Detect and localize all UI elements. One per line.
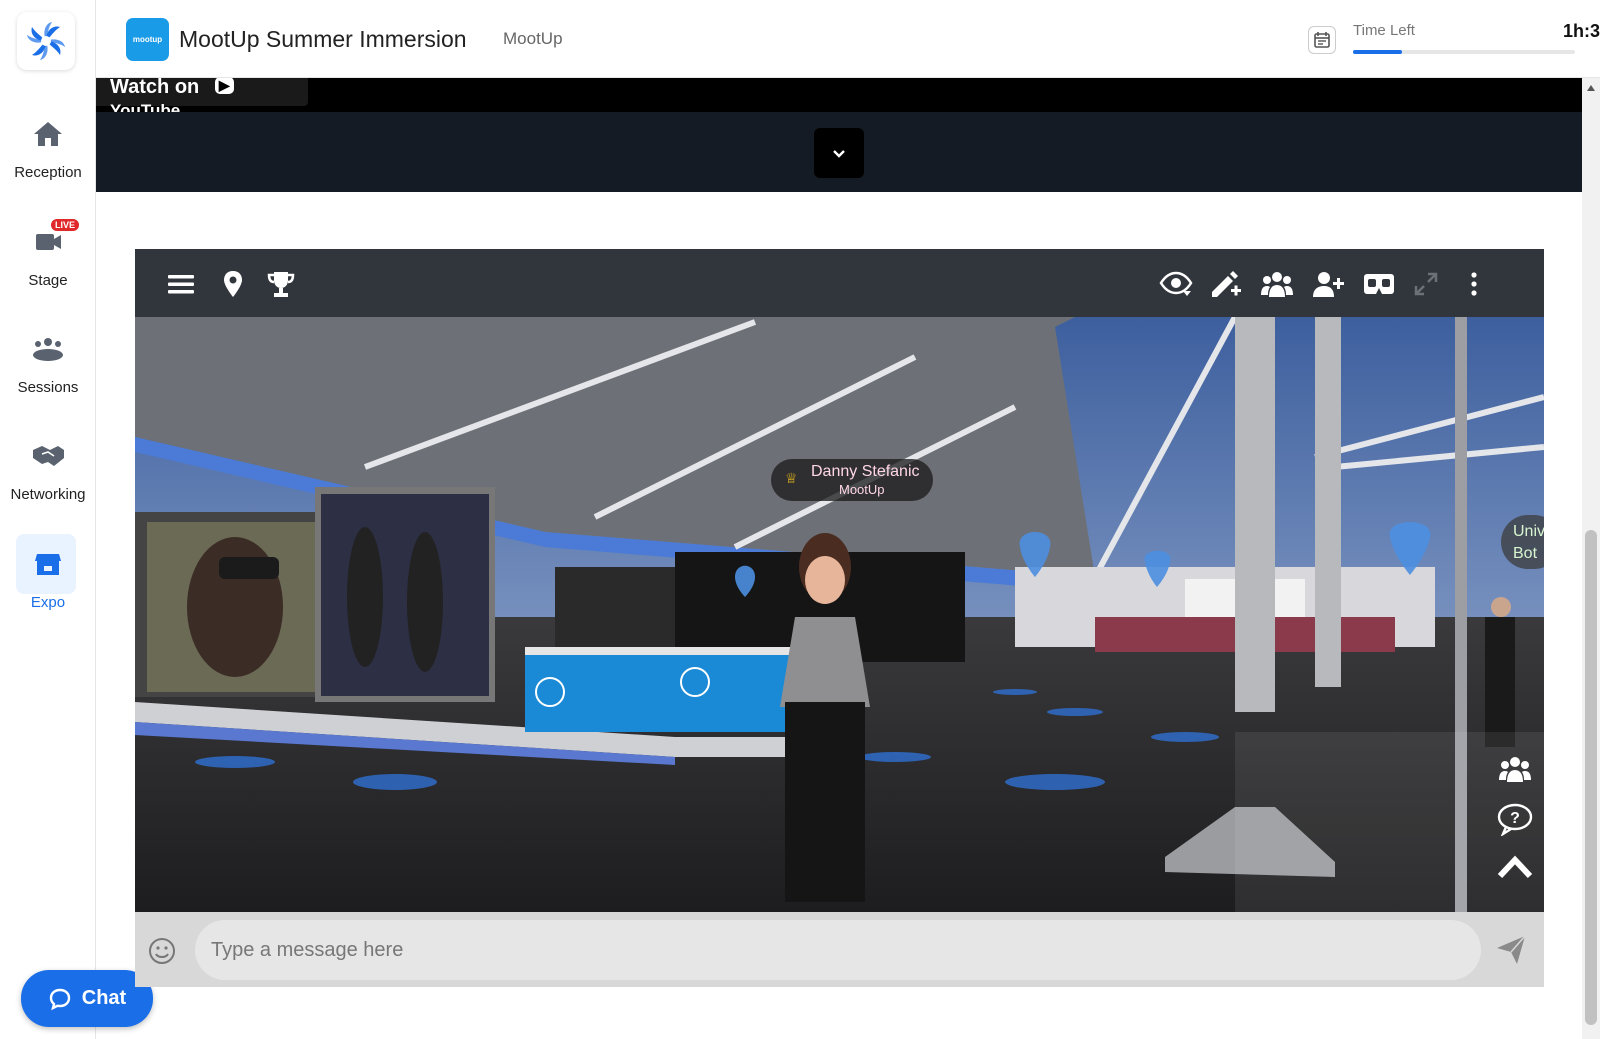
time-left-progress-fill <box>1353 50 1402 54</box>
invite-user-button[interactable] <box>1311 267 1345 301</box>
group-icon <box>33 338 63 361</box>
eye-icon <box>1159 271 1193 296</box>
chat-label: Chat <box>81 987 127 1009</box>
video-controls-bar <box>96 112 1582 192</box>
sidebar-item-stage[interactable]: LIVE Stage <box>0 218 96 289</box>
side-help-button[interactable]: ? <box>1495 799 1535 839</box>
leaderboard-button[interactable] <box>264 267 298 301</box>
avatar-organization: MootUp <box>839 482 885 497</box>
question-bubble-icon: ? <box>1497 803 1533 836</box>
live-badge: LIVE <box>50 218 81 232</box>
top-header: mootup MootUp Summer Immersion MootUp Ti… <box>96 0 1600 78</box>
time-left-progress <box>1353 50 1575 54</box>
virtual-world-frame[interactable]: ♕ Danny Stefanic MootUp Univ Bot ? <box>135 249 1544 987</box>
chevron-up-icon <box>1497 855 1533 879</box>
sidebar-item-label: Reception <box>14 164 82 181</box>
menu-button[interactable] <box>164 267 198 301</box>
add-user-icon <box>1313 272 1344 297</box>
trophy-icon <box>267 272 295 297</box>
youtube-logo: ▶ <box>214 78 234 94</box>
pencil-plus-icon <box>1212 271 1241 297</box>
expand-icon <box>1414 272 1438 296</box>
side-people-button[interactable] <box>1495 749 1535 789</box>
youtube-label: YouTube <box>110 101 181 112</box>
location-button[interactable] <box>216 267 250 301</box>
svg-text:?: ? <box>1510 810 1520 827</box>
storefront-icon <box>35 554 61 575</box>
people-icon <box>1261 272 1293 297</box>
avatar-name: Danny Stefanic <box>811 463 920 480</box>
3d-scene-viewport[interactable]: ♕ Danny Stefanic MootUp Univ Bot ? <box>135 317 1544 912</box>
fullscreen-button[interactable] <box>1409 267 1443 301</box>
more-vertical-icon <box>1471 272 1477 296</box>
home-icon <box>34 122 62 146</box>
scrollbar-thumb[interactable] <box>1585 530 1597 1025</box>
watch-on-label: Watch on <box>110 78 200 98</box>
sidebar-item-label: Networking <box>10 486 86 503</box>
world-toolbar <box>135 249 1544 317</box>
sidebar-item-label: Stage <box>28 272 68 289</box>
send-icon[interactable] <box>1493 932 1529 968</box>
avatar-nametag[interactable]: ♕ Danny Stefanic MootUp <box>771 459 933 501</box>
calendar-icon <box>1314 32 1330 48</box>
event-title: MootUp Summer Immersion <box>179 26 467 52</box>
view-mode-button[interactable] <box>1159 267 1193 301</box>
scroll-up-arrow-icon <box>1587 85 1595 91</box>
sidebar-item-expo[interactable]: Expo <box>0 534 96 611</box>
crown-icon: ♕ <box>785 470 798 486</box>
page-scrollbar[interactable] <box>1582 78 1600 1039</box>
sidebar: Reception LIVE Stage Sessions Networking… <box>0 0 96 1039</box>
bot-label-line1: Univ <box>1513 523 1544 540</box>
sidebar-item-label: Sessions <box>17 379 79 396</box>
bot-label-line2: Bot <box>1513 545 1538 562</box>
vr-mode-button[interactable] <box>1362 267 1396 301</box>
add-content-button[interactable] <box>1208 267 1242 301</box>
hamburger-menu-icon <box>168 275 194 294</box>
people-icon <box>1499 757 1531 782</box>
message-input[interactable] <box>195 920 1481 980</box>
expo-hall-3d-scene <box>135 317 1544 912</box>
event-brand-badge: mootup <box>126 18 169 61</box>
time-left-value: 1h:34m <box>1562 21 1600 41</box>
sidebar-item-reception[interactable]: Reception <box>0 116 96 181</box>
chevron-down-icon <box>833 150 845 158</box>
vr-headset-icon <box>1364 274 1394 294</box>
handshake-icon <box>33 446 64 466</box>
sidebar-item-sessions[interactable]: Sessions <box>0 331 96 396</box>
pinwheel-logo-icon <box>27 22 65 60</box>
collapse-video-button[interactable] <box>814 128 864 178</box>
side-expand-button[interactable] <box>1495 847 1535 887</box>
map-pin-icon <box>224 271 242 297</box>
calendar-button[interactable] <box>1308 26 1336 54</box>
chat-button[interactable]: Chat <box>21 970 153 1027</box>
time-left-label: Time Left <box>1353 22 1415 39</box>
app-logo[interactable] <box>17 12 75 70</box>
emoji-icon[interactable] <box>147 936 177 966</box>
watch-on-youtube-link[interactable]: Watch on ▶ YouTube <box>96 78 308 112</box>
sidebar-item-networking[interactable]: Networking <box>0 438 96 503</box>
more-options-button[interactable] <box>1457 267 1491 301</box>
event-organizer[interactable]: MootUp <box>503 29 563 49</box>
message-bar <box>135 912 1544 987</box>
video-player[interactable]: Watch on ▶ YouTube <box>96 78 1582 112</box>
participants-button[interactable] <box>1260 267 1294 301</box>
chat-bubble-icon <box>49 988 70 1010</box>
sidebar-item-label: Expo <box>30 594 66 611</box>
